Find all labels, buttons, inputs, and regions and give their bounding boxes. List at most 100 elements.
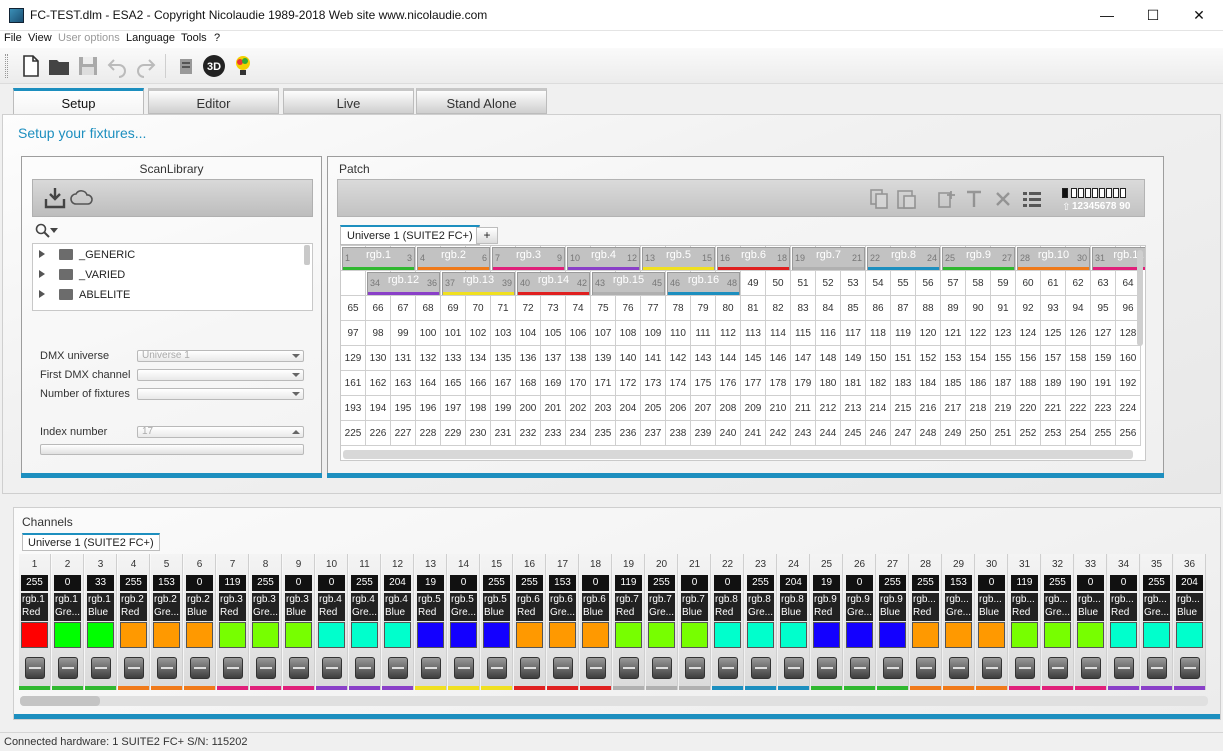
patched-fixture[interactable]: 46 rgb.16 48	[667, 272, 740, 295]
dmx-channel-cell[interactable]: 243	[791, 421, 816, 446]
dmx-channel-cell[interactable]: 68	[416, 296, 441, 321]
patched-fixture[interactable]: 28 rgb.10 30	[1017, 247, 1090, 270]
dmx-channel-cell[interactable]: 168	[516, 371, 541, 396]
dmx-channel-cell[interactable]: 156	[1016, 346, 1041, 371]
dmx-channel-cell[interactable]: 77	[641, 296, 666, 321]
dmx-channel-cell[interactable]: 199	[491, 396, 516, 421]
dmx-channel-cell[interactable]: 184	[916, 371, 941, 396]
dmx-channel-cell[interactable]: 209	[741, 396, 766, 421]
dmx-channel-cell[interactable]: 94	[1066, 296, 1091, 321]
dmx-channel-cell[interactable]: 219	[991, 396, 1016, 421]
channel-fader[interactable]	[1015, 657, 1035, 679]
channel-fader[interactable]	[850, 657, 870, 679]
dmx-channel-cell[interactable]: 165	[441, 371, 466, 396]
dmx-channel-cell[interactable]: 215	[891, 396, 916, 421]
channel-fader[interactable]	[751, 657, 771, 679]
channel-fader[interactable]	[256, 657, 276, 679]
dmx-channel-cell[interactable]: 181	[841, 371, 866, 396]
dmx-channel-cell[interactable]: 61	[1041, 271, 1066, 296]
scrollbar-thumb[interactable]	[20, 696, 100, 706]
dmx-channel-cell[interactable]: 88	[916, 296, 941, 321]
dmx-channel-cell[interactable]: 109	[641, 321, 666, 346]
dmx-channel-cell[interactable]: 242	[766, 421, 791, 446]
menu-language[interactable]: Language	[126, 32, 175, 44]
grid-vertical-scrollbar[interactable]	[1137, 250, 1143, 346]
channel-fader[interactable]	[982, 657, 1002, 679]
number-of-fixtures-select[interactable]	[137, 388, 304, 400]
dmx-channel-cell[interactable]: 207	[691, 396, 716, 421]
dmx-channel-cell[interactable]: 87	[891, 296, 916, 321]
tab-live[interactable]: Live	[283, 88, 414, 114]
dmx-channel-cell[interactable]: 60	[1016, 271, 1041, 296]
dmx-channel-cell[interactable]: 216	[916, 396, 941, 421]
dmx-channel-cell[interactable]: 194	[366, 396, 391, 421]
dmx-channel-cell[interactable]: 223	[1091, 396, 1116, 421]
dmx-channel-cell[interactable]: 255	[1091, 421, 1116, 446]
dmx-channel-cell[interactable]: 75	[591, 296, 616, 321]
dmx-channel-cell[interactable]: 229	[441, 421, 466, 446]
dmx-channel-cell[interactable]: 108	[616, 321, 641, 346]
tab-channels-universe-1[interactable]: Universe 1 (SUITE2 FC+)	[22, 533, 160, 551]
add-universe-button[interactable]: +	[476, 227, 498, 244]
dmx-channel-cell[interactable]: 133	[441, 346, 466, 371]
dmx-channel-cell[interactable]: 62	[1066, 271, 1091, 296]
channel-fader[interactable]	[487, 657, 507, 679]
dmx-channel-cell[interactable]: 99	[391, 321, 416, 346]
dmx-channel-cell[interactable]: 250	[966, 421, 991, 446]
paste-icon[interactable]	[895, 188, 917, 210]
dmx-channel-cell[interactable]: 82	[766, 296, 791, 321]
dmx-channel-cell[interactable]: 173	[641, 371, 666, 396]
channels-scrollbar[interactable]	[20, 696, 1208, 706]
close-button[interactable]: ✕	[1176, 0, 1222, 31]
dmx-channel-cell[interactable]: 214	[866, 396, 891, 421]
dmx-channel-cell[interactable]: 65	[341, 296, 366, 321]
dmx-channel-cell[interactable]: 195	[391, 396, 416, 421]
dmx-channel-cell[interactable]: 210	[766, 396, 791, 421]
dmx-channel-cell[interactable]: 147	[791, 346, 816, 371]
dmx-channel-cell[interactable]: 95	[1091, 296, 1116, 321]
dmx-channel-cell[interactable]: 150	[866, 346, 891, 371]
channel-fader[interactable]	[586, 657, 606, 679]
dmx-channel-cell[interactable]: 253	[1041, 421, 1066, 446]
dmx-channel-cell[interactable]: 58	[966, 271, 991, 296]
dmx-channel-cell[interactable]: 221	[1041, 396, 1066, 421]
dmx-channel-cell[interactable]: 256	[1116, 421, 1141, 446]
dmx-channel-cell[interactable]: 72	[516, 296, 541, 321]
redo-icon[interactable]	[134, 54, 158, 78]
dmx-channel-cell[interactable]: 202	[566, 396, 591, 421]
dmx-channel-cell[interactable]: 105	[541, 321, 566, 346]
dmx-channel-cell[interactable]: 218	[966, 396, 991, 421]
dmx-channel-cell[interactable]: 211	[791, 396, 816, 421]
tree-item-ablelite[interactable]: ABLELITE	[33, 286, 303, 306]
dmx-channel-cell[interactable]: 129	[341, 346, 366, 371]
tree-item-varied[interactable]: _VARIED	[33, 266, 303, 286]
dmx-channel-cell[interactable]: 166	[466, 371, 491, 396]
channel-fader[interactable]	[289, 657, 309, 679]
channel-fader[interactable]	[91, 657, 111, 679]
dmx-channel-cell[interactable]: 192	[1116, 371, 1141, 396]
tree-item-generic[interactable]: _GENERIC	[33, 246, 303, 266]
channel-fader[interactable]	[718, 657, 738, 679]
dmx-channel-cell[interactable]: 185	[941, 371, 966, 396]
channel-fader[interactable]	[223, 657, 243, 679]
dmx-channel-cell[interactable]: 236	[616, 421, 641, 446]
dmx-channel-cell[interactable]: 73	[541, 296, 566, 321]
channel-fader[interactable]	[322, 657, 342, 679]
minimize-button[interactable]: —	[1084, 0, 1130, 31]
dmx-channel-cell[interactable]: 121	[941, 321, 966, 346]
dmx-channel-cell[interactable]: 90	[966, 296, 991, 321]
dmx-channel-cell[interactable]: 159	[1091, 346, 1116, 371]
menu-view[interactable]: View	[28, 32, 52, 44]
patched-fixture[interactable]: 19 rgb.7 21	[792, 247, 865, 270]
dmx-channel-cell[interactable]: 51	[791, 271, 816, 296]
channel-fader[interactable]	[58, 657, 78, 679]
dmx-channel-cell[interactable]: 160	[1116, 346, 1141, 371]
dmx-channel-cell[interactable]: 136	[516, 346, 541, 371]
dmx-channel-cell[interactable]: 141	[641, 346, 666, 371]
dmx-channel-cell[interactable]: 206	[666, 396, 691, 421]
download-icon[interactable]	[43, 186, 67, 213]
dmx-channel-cell[interactable]: 81	[741, 296, 766, 321]
dmx-channel-cell[interactable]: 100	[416, 321, 441, 346]
channel-fader[interactable]	[190, 657, 210, 679]
channel-fader[interactable]	[388, 657, 408, 679]
